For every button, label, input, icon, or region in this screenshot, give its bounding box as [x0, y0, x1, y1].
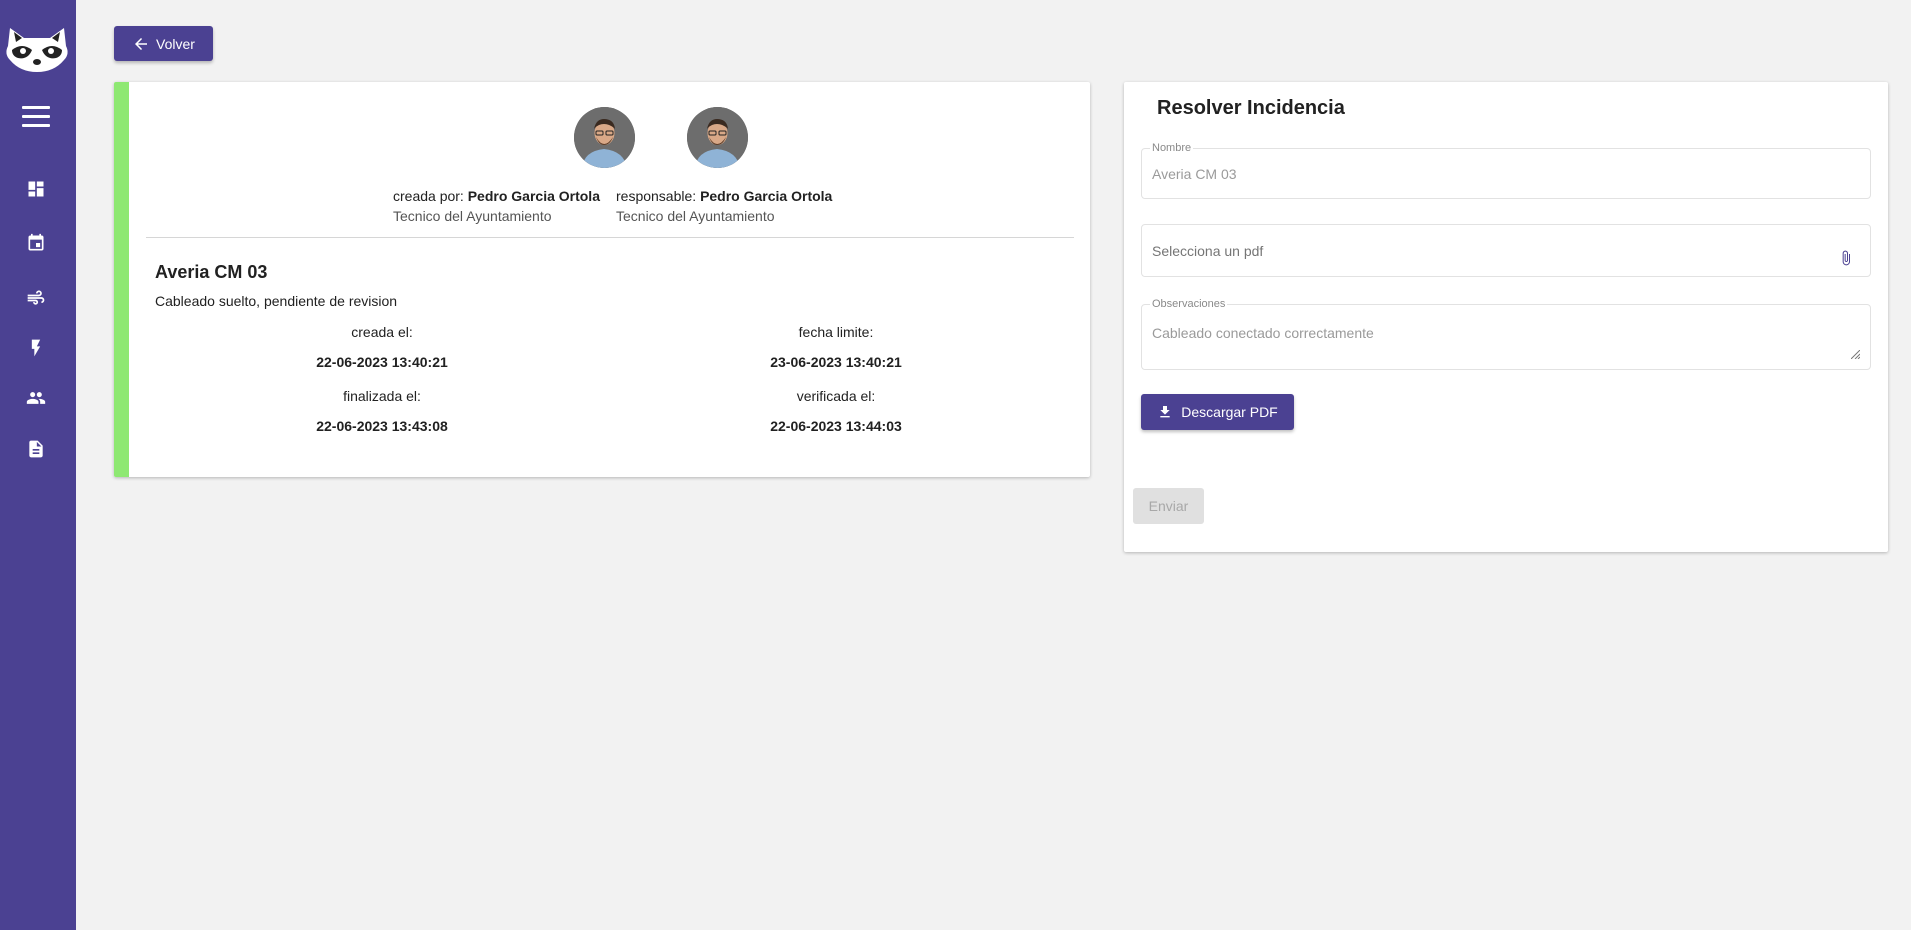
created-by-name: Pedro Garcia Ortola: [467, 188, 600, 204]
incident-detail-card: creada por: Pedro Garcia Ortola Tecnico …: [114, 82, 1090, 477]
divider: [146, 237, 1074, 238]
verified-at-block: verificada el: 22-06-2023 13:44:03: [686, 388, 986, 434]
verified-at-label: verificada el:: [796, 388, 876, 404]
lightning-icon[interactable]: [26, 338, 46, 358]
finished-at-block: finalizada el: 22-06-2023 13:43:08: [232, 388, 532, 434]
observations-field: Observaciones Cableado conectado correct…: [1141, 298, 1871, 370]
created-by-label: creada por:: [393, 188, 464, 204]
responsible-avatar: [687, 107, 748, 168]
name-field: Nombre: [1141, 142, 1871, 199]
deadline-value: 23-06-2023 13:40:21: [770, 354, 902, 370]
created-at-block: creada el: 22-06-2023 13:40:21: [232, 324, 532, 370]
calendar-icon[interactable]: [26, 233, 46, 253]
pdf-field: [1141, 224, 1871, 277]
observations-textarea[interactable]: Cableado conectado correctamente: [1142, 305, 1870, 369]
name-input[interactable]: [1142, 149, 1870, 198]
pdf-input[interactable]: [1142, 225, 1870, 276]
responsible-block: responsable: Pedro Garcia Ortola Tecnico…: [616, 107, 832, 224]
download-pdf-label: Descargar PDF: [1181, 404, 1278, 420]
responsible-name: Pedro Garcia Ortola: [700, 188, 833, 204]
finished-at-value: 22-06-2023 13:43:08: [316, 418, 448, 434]
incident-description: Cableado suelto, pendiente de revision: [155, 293, 398, 309]
name-field-label: Nombre: [1150, 142, 1194, 154]
back-button-label: Volver: [156, 35, 195, 52]
back-button[interactable]: Volver: [114, 26, 213, 61]
resolve-form-card: Resolver Incidencia Nombre Observaciones…: [1124, 82, 1888, 552]
status-accent-bar: [114, 82, 129, 477]
wind-icon[interactable]: [26, 288, 46, 308]
deadline-block: fecha limite: 23-06-2023 13:40:21: [686, 324, 986, 370]
verified-at-value: 22-06-2023 13:44:03: [770, 418, 902, 434]
creator-role: Tecnico del Ayuntamiento: [393, 208, 552, 224]
responsible-label: responsable: Pedro Garcia Ortola: [616, 188, 832, 204]
menu-toggle-button[interactable]: [22, 106, 50, 130]
paperclip-icon[interactable]: [1838, 247, 1854, 269]
deadline-label: fecha limite:: [798, 324, 874, 340]
finished-at-label: finalizada el:: [343, 388, 421, 404]
download-pdf-button[interactable]: Descargar PDF: [1141, 394, 1294, 430]
creator-block: creada por: Pedro Garcia Ortola Tecnico …: [393, 107, 635, 224]
sidebar: [0, 0, 76, 930]
responsible-label-text: responsable:: [616, 188, 697, 204]
resize-handle-icon[interactable]: [1851, 350, 1860, 359]
document-icon[interactable]: [26, 439, 46, 459]
observations-field-label: Observaciones: [1150, 298, 1228, 310]
raccoon-logo-icon: [6, 28, 68, 72]
dashboard-icon[interactable]: [26, 179, 46, 199]
responsible-role: Tecnico del Ayuntamiento: [616, 208, 775, 224]
created-at-value: 22-06-2023 13:40:21: [316, 354, 448, 370]
send-button[interactable]: Enviar: [1133, 488, 1204, 524]
download-icon: [1160, 406, 1170, 418]
resolve-form-title: Resolver Incidencia: [1157, 97, 1345, 119]
arrow-left-icon: [135, 37, 148, 50]
created-at-label: creada el:: [351, 324, 413, 340]
incident-title: Averia CM 03: [155, 262, 268, 282]
creator-label: creada por: Pedro Garcia Ortola: [393, 188, 635, 204]
users-icon[interactable]: [26, 388, 46, 408]
